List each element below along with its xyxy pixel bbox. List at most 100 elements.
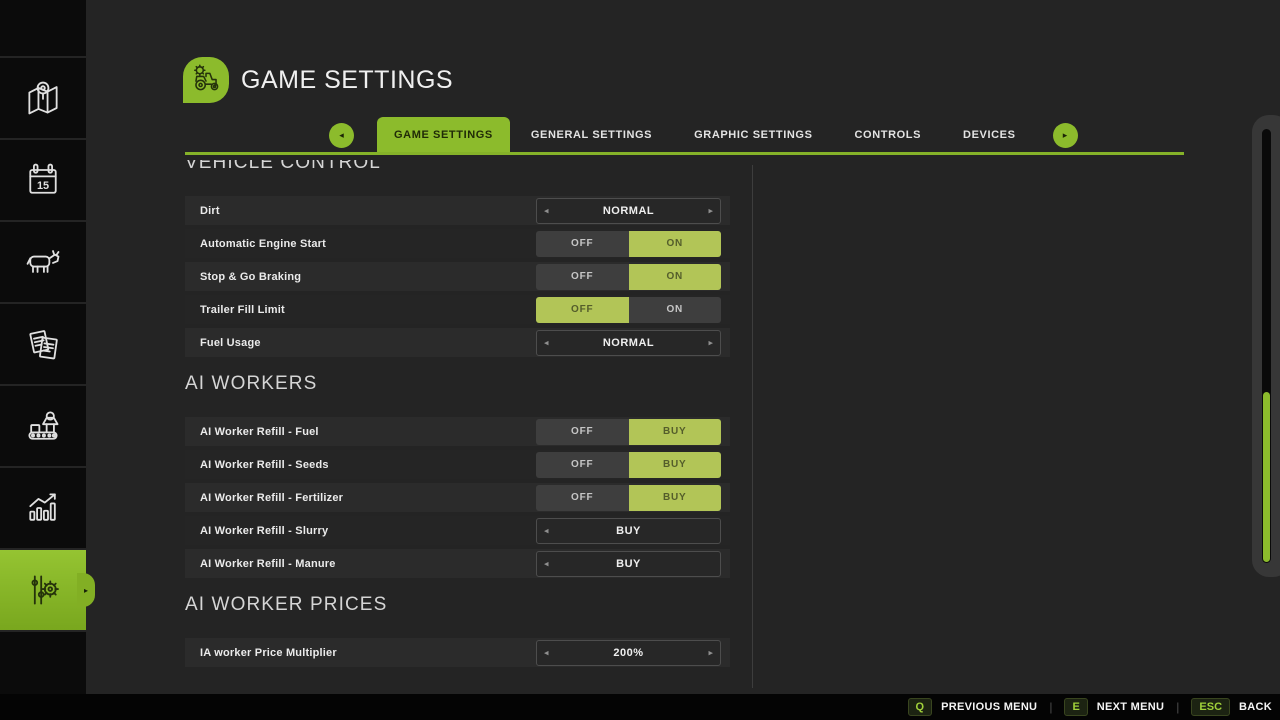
tab-underline [185, 152, 1184, 155]
setting-label: Dirt [200, 205, 220, 217]
setting-control: ◂ BUY [536, 551, 721, 577]
arrow-left-icon: ◂ [339, 130, 344, 141]
footer-separator: | [1176, 700, 1179, 714]
toggle-option-on[interactable]: ON [629, 297, 722, 323]
setting-label: Automatic Engine Start [200, 238, 326, 250]
selector-control[interactable]: ◂NORMAL▸ [536, 198, 721, 224]
sidebar-item-animals[interactable] [0, 222, 86, 302]
footer-hint-next-menu: ENEXT MENU [1064, 698, 1164, 716]
setting-control: OFFBUY [536, 419, 721, 445]
sidebar-item-contracts[interactable] [0, 304, 86, 384]
section-title-2: AI WORKER PRICES [185, 592, 730, 618]
toggle-option-buy[interactable]: BUY [629, 452, 722, 478]
arrow-left-icon[interactable]: ◂ [544, 526, 549, 535]
setting-row: Dirt ◂NORMAL▸ [185, 196, 730, 225]
key-badge-esc[interactable]: ESC [1191, 698, 1230, 716]
toggle-option-off[interactable]: OFF [536, 419, 629, 445]
arrow-left-icon[interactable]: ◂ [544, 559, 549, 568]
tab-controls[interactable]: CONTROLS [834, 117, 943, 153]
toggle-control: OFFON [536, 264, 721, 290]
setting-control: ◂200%▸ [536, 640, 721, 666]
setting-control: ◂NORMAL▸ [536, 198, 721, 224]
settings-list: VEHICLE CONTROL Dirt ◂NORMAL▸ Automatic Eng… [185, 160, 730, 667]
tab-graphic-settings[interactable]: GRAPHIC SETTINGS [673, 117, 833, 153]
game-settings-app-icon [183, 57, 229, 103]
footer-hint-label: PREVIOUS MENU [941, 701, 1037, 713]
section-title-0: VEHICLE CONTROL [185, 160, 730, 176]
selector-value: BUY [616, 525, 641, 537]
sidebar-item-statistics[interactable] [0, 468, 86, 548]
settings-scroll-viewport[interactable]: VEHICLE CONTROL Dirt ◂NORMAL▸ Automatic Eng… [185, 160, 745, 688]
setting-control: OFFON [536, 264, 721, 290]
setting-control: OFFON [536, 297, 721, 323]
tractor-gear-icon [189, 61, 223, 100]
setting-control: OFFBUY [536, 452, 721, 478]
selector-control[interactable]: ◂NORMAL▸ [536, 330, 721, 356]
setting-row: AI Worker Refill - Slurry◂BUY [185, 516, 730, 545]
tabs-previous-button[interactable]: ◂ [329, 123, 354, 148]
toggle-option-on[interactable]: ON [629, 264, 722, 290]
scrollbar-track[interactable] [1262, 129, 1271, 563]
tab-devices[interactable]: DEVICES [942, 117, 1037, 153]
arrow-right-icon[interactable]: ▸ [708, 648, 713, 657]
toggle-option-off[interactable]: OFF [536, 297, 629, 323]
setting-row: Stop & Go BrakingOFFON [185, 262, 730, 291]
sidebar: 15 ▸ [0, 0, 86, 694]
sidebar-filler [0, 632, 86, 694]
setting-row: AI Worker Refill - Fertilizer OFFBUY [185, 483, 730, 512]
toggle-control: OFFBUY [536, 485, 721, 511]
selector-control[interactable]: ◂200%▸ [536, 640, 721, 666]
sidebar-item-map[interactable] [0, 58, 86, 138]
arrow-left-icon[interactable]: ◂ [544, 648, 549, 657]
setting-label: AI Worker Refill - Fertilizer [200, 492, 343, 504]
arrow-left-icon[interactable]: ◂ [544, 338, 549, 347]
toggle-control: OFFBUY [536, 452, 721, 478]
game-settings-screen: GAME SETTINGS ◂ GAME SETTINGSGENERAL SET… [0, 0, 1280, 720]
toggle-option-off[interactable]: OFF [536, 485, 629, 511]
toggle-option-buy[interactable]: BUY [629, 485, 722, 511]
sidebar-item-calendar[interactable]: 15 [0, 140, 86, 220]
footer-hint-previous-menu: Q PREVIOUS MENU [908, 698, 1038, 716]
toggle-option-off[interactable]: OFF [536, 231, 629, 257]
arrow-right-icon[interactable]: ▸ [708, 206, 713, 215]
scrollbar-thumb[interactable] [1263, 392, 1270, 562]
page-title: GAME SETTINGS [241, 66, 453, 95]
toggle-control: OFFON [536, 231, 721, 257]
arrow-right-icon: ▸ [84, 586, 88, 595]
documents-icon [23, 324, 63, 364]
cow-icon [23, 242, 63, 282]
tabs-next-button[interactable]: ▸ [1053, 123, 1078, 148]
selector-control[interactable]: ◂ BUY [536, 518, 721, 544]
toggle-option-off[interactable]: OFF [536, 452, 629, 478]
toggle-option-off[interactable]: OFF [536, 264, 629, 290]
tab-general-settings[interactable]: GENERAL SETTINGS [510, 117, 673, 153]
toggle-option-buy[interactable]: BUY [629, 419, 722, 445]
tab-bar: ◂ GAME SETTINGSGENERAL SETTINGSGRAPHIC S… [329, 117, 1078, 153]
setting-label: IA worker Price Multiplier [200, 647, 337, 659]
selector-value: BUY [616, 558, 641, 570]
sidebar-item-production[interactable] [0, 386, 86, 466]
calendar-icon: 15 [23, 160, 63, 200]
selector-control[interactable]: ◂ BUY [536, 551, 721, 577]
arrow-right-icon: ▸ [1063, 130, 1068, 141]
scrollbar[interactable] [1252, 115, 1280, 577]
svg-text:15: 15 [37, 180, 49, 192]
key-badge-e[interactable]: E [1064, 698, 1087, 716]
key-badge-q[interactable]: Q [908, 698, 933, 716]
toggle-control: OFFON [536, 297, 721, 323]
setting-control: OFFBUY [536, 485, 721, 511]
footer-hint-back: ESC BACK [1191, 698, 1272, 716]
production-icon [23, 406, 63, 446]
settings-sliders-gear-icon [23, 570, 63, 610]
setting-control: ◂NORMAL▸ [536, 330, 721, 356]
arrow-left-icon[interactable]: ◂ [544, 206, 549, 215]
footer-hint-label: BACK [1239, 701, 1272, 713]
setting-control: OFFON [536, 231, 721, 257]
arrow-right-icon[interactable]: ▸ [708, 338, 713, 347]
setting-row: AI Worker Refill - SeedsOFFBUY [185, 450, 730, 479]
sidebar-item-spacer-top [0, 0, 86, 56]
active-item-pointer: ▸ [77, 573, 95, 607]
tab-game-settings[interactable]: GAME SETTINGS [377, 117, 510, 153]
toggle-option-on[interactable]: ON [629, 231, 722, 257]
sidebar-item-settings[interactable]: ▸ [0, 550, 86, 630]
